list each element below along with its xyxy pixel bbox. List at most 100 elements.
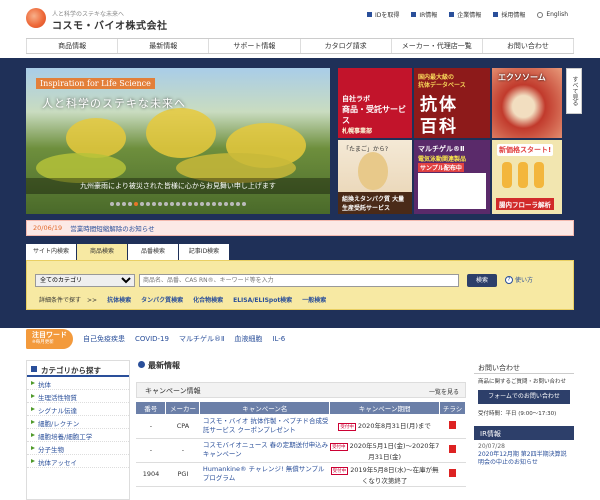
banner-caption: 九州豪雨により被災された皆様に心からお見舞い申し上げます: [26, 178, 330, 194]
view-all-tab[interactable]: すべて見る: [566, 68, 582, 114]
company-logo-icon[interactable]: [26, 8, 46, 28]
table-row: - - コスモバイオニュース 春の定期送付申込みキャンペーン 受付中 2020年…: [136, 438, 466, 463]
egg-image: [358, 152, 388, 190]
inquiry-hours: 受付時間：平日 (9:00～17:30): [478, 411, 557, 417]
notice-bar[interactable]: 20/06/19 営業時間短縮解除のお知らせ: [26, 220, 574, 236]
tab-site-search[interactable]: サイト内検索: [26, 244, 76, 260]
campaign-link[interactable]: コスモ・バイオ 抗体作製・ペプチド合成受託サービス クーポンプレゼント: [199, 414, 330, 439]
banner-tagline: 人と科学のステキな未来へ: [42, 97, 186, 110]
inquiry-text: 商品に関するご質問・お問い合わせ: [478, 379, 567, 385]
utility-links: IDを取得 IR情報 企業情報 採用情報 English: [366, 10, 568, 19]
main-nav: 商品情報 最新情報 サポート情報 カタログ請求 メーカー・代理店一覧 お問い合わ…: [26, 38, 575, 54]
hot-word[interactable]: 自己免疫疾患: [83, 334, 125, 344]
nav-news[interactable]: 最新情報: [117, 39, 208, 53]
campaign-link[interactable]: Humankine® チャレンジ! 無償サンプルプログラム: [199, 462, 330, 487]
tile-multigel[interactable]: マルチゲル®Ⅱ 電気泳動関連製品 サンプル配布中: [414, 140, 490, 214]
hot-words: 注目ワード ※毎月更新 自己免疫疾患 COVID-19 マルチゲル®Ⅱ 血液細胞 …: [26, 328, 574, 350]
tree-foliage: [146, 108, 216, 158]
gel-image: [418, 173, 486, 209]
top-link-company[interactable]: 企業情報: [449, 10, 481, 19]
tile-gut-flora[interactable]: 新価格スタート! 腸内フローラ解析: [492, 140, 562, 214]
company-name[interactable]: コスモ・バイオ株式会社: [52, 17, 168, 32]
hot-word[interactable]: IL-6: [272, 335, 285, 343]
link-compound-search[interactable]: 化合物検索: [193, 295, 223, 304]
ir-date: 20/07/28: [478, 443, 505, 450]
tile-lab-services[interactable]: 自社ラボ 商品・受託サービス 札幌事業部: [338, 68, 412, 138]
tile-antibody-encyclopedia[interactable]: 国内最大級の 抗体データベース 抗体 百科: [414, 68, 490, 138]
hot-word[interactable]: COVID-19: [135, 335, 169, 343]
category-item[interactable]: 細胞/レクチン: [27, 416, 129, 429]
tree-foliage: [66, 118, 126, 158]
news-section: 最新情報 キャンペーン情報 一覧を見る 番号 メーカー キャンペーン名 キャンペ…: [136, 360, 466, 500]
category-title: カテゴリから探す: [27, 361, 129, 377]
column-header: 番号: [136, 402, 167, 414]
tile-exosome[interactable]: エクソソーム: [492, 68, 562, 138]
category-item[interactable]: シグナル伝達: [27, 403, 129, 416]
nav-contact[interactable]: お問い合わせ: [481, 39, 575, 53]
search-input[interactable]: [139, 274, 459, 287]
campaign-link[interactable]: コスモバイオニュース 春の定期送付申込みキャンペーン: [199, 438, 330, 463]
main-banner[interactable]: Inspiration for Life Science 人と科学のステキな未来…: [26, 68, 330, 214]
link-antibody-search[interactable]: 抗体検索: [107, 295, 131, 304]
howto-link[interactable]: ? 使い方: [505, 275, 533, 284]
tile-egg-protein[interactable]: 「たまご」から? 組換えタンパク質 大量生産受託サービス: [338, 140, 412, 214]
search-tabs: サイト内検索 商品検索 品番検索 記事ID検索: [26, 244, 229, 260]
nav-makers[interactable]: メーカー・代理店一覧: [390, 39, 482, 53]
nav-catalog[interactable]: カタログ請求: [299, 39, 391, 53]
inquiry-form-button[interactable]: フォームでのお問い合わせ: [478, 390, 570, 404]
detail-search-links: 詳細条件で探す >> 抗体検索 タンパク質検索 化合物検索 ELISA/ELIS…: [39, 295, 326, 304]
character-figure: [502, 162, 512, 188]
inquiry-title: お問い合わせ: [474, 360, 574, 374]
character-figure: [534, 162, 544, 188]
ir-title: IR情報: [474, 426, 574, 440]
campaign-table: 番号 メーカー キャンペーン名 キャンペーン期間 チラシ - CPA コスモ・バ…: [136, 402, 466, 487]
globe-icon: [537, 11, 544, 18]
square-bullet-icon: [449, 12, 455, 17]
category-select[interactable]: 全てのカテゴリ: [35, 274, 135, 287]
question-icon: ?: [505, 275, 513, 284]
link-general-search[interactable]: 一般検索: [302, 295, 326, 304]
column-header: キャンペーン期間: [329, 402, 441, 414]
category-item[interactable]: 生理活性物質: [27, 390, 129, 403]
news-title: 最新情報: [136, 360, 466, 374]
notice-text[interactable]: 営業時間短縮解除のお知らせ: [70, 223, 154, 233]
hot-word[interactable]: マルチゲル®Ⅱ: [179, 334, 224, 344]
site-header: 人と科学のステキな未来へ コスモ・バイオ株式会社 IDを取得 IR情報 企業情報…: [0, 0, 600, 38]
ir-news-link[interactable]: 2020年12月期 第2四半期決算説明会の中止のお知らせ: [474, 450, 574, 468]
status-badge: 受付中: [330, 466, 349, 475]
character-figure: [518, 162, 528, 188]
pdf-icon[interactable]: [449, 445, 457, 453]
detail-search-label: 詳細条件で探す >>: [39, 297, 98, 304]
link-protein-search[interactable]: タンパク質検索: [141, 295, 183, 304]
nav-products[interactable]: 商品情報: [26, 39, 117, 53]
search-button[interactable]: 検索: [467, 274, 497, 287]
category-item[interactable]: 抗体: [27, 377, 129, 390]
notice-date: 20/06/19: [33, 224, 63, 232]
square-bullet-icon: [366, 12, 372, 17]
status-badge: 受付中: [338, 423, 356, 432]
campaign-header: キャンペーン情報 一覧を見る: [136, 382, 466, 398]
link-elisa-search[interactable]: ELISA/ELISpot検索: [233, 295, 292, 304]
category-item[interactable]: 抗体アッセイ: [27, 455, 129, 468]
column-header: キャンペーン名: [199, 402, 331, 414]
campaign-more-link[interactable]: 一覧を見る: [429, 387, 459, 396]
tab-article-id-search[interactable]: 記事ID検索: [179, 244, 229, 260]
category-item[interactable]: 分子生物: [27, 442, 129, 455]
pdf-icon[interactable]: [449, 420, 457, 429]
nav-support[interactable]: サポート情報: [208, 39, 299, 53]
top-link-get-id[interactable]: IDを取得: [366, 10, 399, 19]
category-list: 抗体 生理活性物質 シグナル伝達 細胞/レクチン 細胞培養/細胞工学 分子生物 …: [27, 377, 129, 468]
carousel-dots[interactable]: [28, 200, 328, 208]
category-sidebar: カテゴリから探す 抗体 生理活性物質 シグナル伝達 細胞/レクチン 細胞培養/細…: [26, 360, 130, 500]
top-link-recruit[interactable]: 採用情報: [493, 10, 525, 19]
square-bullet-icon: [411, 12, 417, 17]
right-column: お問い合わせ 商品に関するご質問・お問い合わせ フォームでのお問い合わせ 受付時…: [474, 360, 574, 500]
category-item[interactable]: 細胞培養/細胞工学: [27, 429, 129, 442]
hot-word[interactable]: 血液細胞: [234, 334, 262, 344]
tab-catalog-number-search[interactable]: 品番検索: [128, 244, 178, 260]
top-link-english[interactable]: English: [537, 10, 568, 19]
table-row: - CPA コスモ・バイオ 抗体作製・ペプチド合成受託サービス クーポンプレゼン…: [136, 414, 466, 439]
top-link-ir[interactable]: IR情報: [411, 10, 437, 19]
pdf-icon[interactable]: [449, 469, 457, 477]
tab-product-search[interactable]: 商品検索: [77, 244, 127, 260]
